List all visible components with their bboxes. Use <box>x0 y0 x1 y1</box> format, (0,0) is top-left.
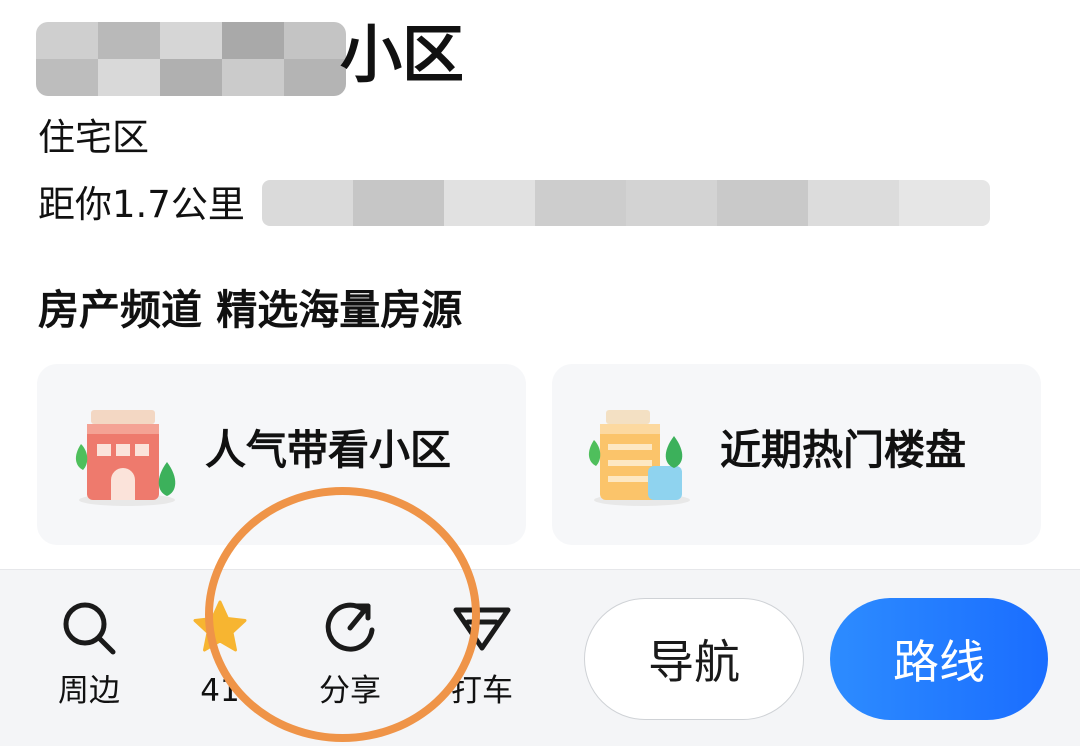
poi-distance: 距你1.7公里 <box>38 183 245 226</box>
bottom-toolbar: 周边 41 分享 打车 导航 路线 <box>0 569 1080 746</box>
blurred-poi-address <box>262 180 990 226</box>
navigate-button[interactable]: 导航 <box>584 598 804 720</box>
hot-property-card[interactable]: 近期热门楼盘 <box>552 364 1041 545</box>
poi-title: 小区 <box>340 18 465 91</box>
house-section-title: 房产频道 精选海量房源 <box>38 286 463 334</box>
annotation-circle <box>205 487 480 742</box>
card-label: 人气带看小区 <box>205 426 451 474</box>
nearby-label: 周边 <box>58 673 120 709</box>
blurred-poi-name <box>36 22 346 96</box>
red-building-icon <box>75 410 176 506</box>
route-button[interactable]: 路线 <box>830 598 1048 720</box>
card-label: 近期热门楼盘 <box>720 426 966 474</box>
yellow-building-icon <box>588 410 690 506</box>
nearby-button[interactable]: 周边 <box>29 598 149 718</box>
poi-type: 住宅区 <box>38 116 149 159</box>
search-icon <box>63 602 116 655</box>
